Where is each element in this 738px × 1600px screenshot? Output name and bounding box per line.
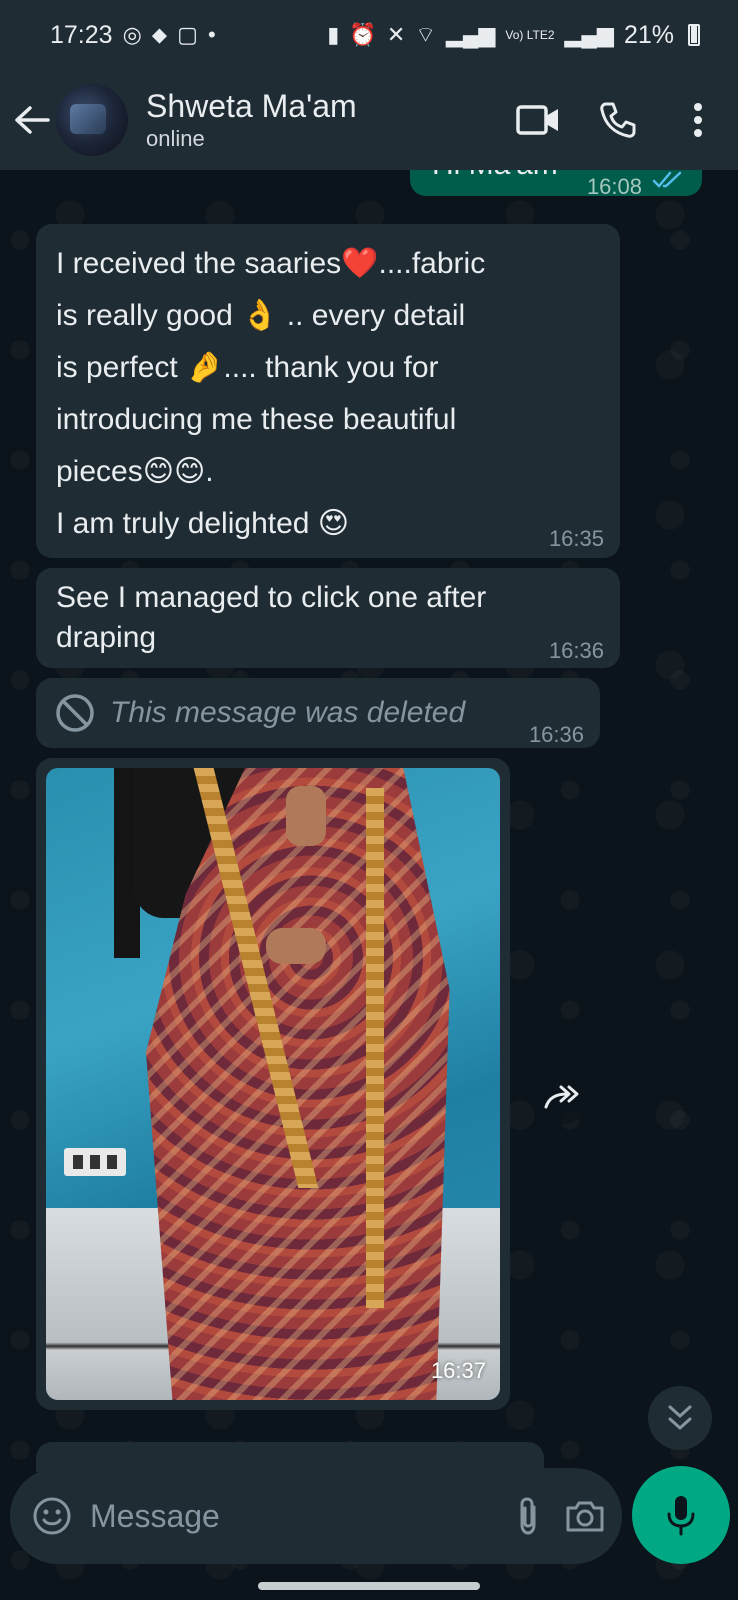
contact-avatar[interactable]	[56, 84, 128, 156]
wifi-icon: ⌔	[415, 22, 436, 47]
network-label: Vo) LTE2	[505, 28, 555, 42]
message-input[interactable]	[90, 1497, 510, 1535]
battery-percent: 21%	[623, 20, 674, 49]
deleted-icon	[56, 694, 94, 732]
message-time: 16:36	[548, 638, 604, 663]
chat-area[interactable]: Hi Ma'am 16:08 I received the saaries❤️.…	[0, 170, 738, 1460]
forward-icon	[544, 1085, 579, 1109]
phone-icon	[600, 102, 636, 138]
more-notifications-dot-icon: •	[207, 22, 216, 47]
mic-icon	[667, 1496, 695, 1536]
contact-info[interactable]: Shweta Ma'am online	[146, 87, 498, 153]
scroll-to-bottom-button[interactable]	[648, 1386, 712, 1450]
signal-icon-2: ▂▄▆	[564, 22, 614, 47]
mute-icon: ✕	[386, 22, 406, 47]
chat-header: Shweta Ma'am online	[0, 70, 738, 170]
message-time: 16:36	[528, 722, 584, 747]
more-options-button[interactable]	[658, 80, 738, 160]
video-call-button[interactable]	[498, 80, 578, 160]
video-call-icon	[516, 105, 558, 135]
back-button[interactable]	[0, 70, 64, 170]
message-text: Hi Ma'am	[432, 170, 558, 184]
message-bubble-outgoing[interactable]: Hi Ma'am 16:08	[410, 170, 702, 199]
photo-wall-socket	[64, 1148, 126, 1176]
home-indicator[interactable]	[258, 1582, 480, 1590]
message-bubble-incoming[interactable]: I received the saaries❤️....fabric is re…	[36, 224, 620, 558]
photo-hand-waist	[266, 928, 326, 964]
contact-name: Shweta Ma'am	[146, 88, 357, 124]
back-arrow-icon	[15, 106, 50, 134]
status-bar: 17:23 ◎ ⬥ ▢ • ▮ ⏰ ✕ ⌔ ▂▄▆ Vo) LTE2 ▂▄▆ 2…	[0, 0, 738, 70]
voice-call-button[interactable]	[578, 80, 658, 160]
camera-icon	[566, 1501, 604, 1532]
forward-button[interactable]	[536, 1070, 590, 1124]
more-options-icon	[694, 103, 702, 137]
saree-photo[interactable]: 16:37	[46, 768, 500, 1400]
emoji-icon	[33, 1497, 71, 1535]
scroll-down-icon	[668, 1405, 692, 1430]
status-time: 17:23	[50, 20, 113, 49]
photo-hand	[286, 786, 326, 846]
alarm-icon: ⏰	[349, 22, 377, 47]
message-bubble-incoming[interactable]: See I managed to click one after draping…	[36, 568, 620, 668]
instagram-notification-icon: ▢	[177, 22, 198, 47]
voice-message-button[interactable]	[632, 1466, 730, 1564]
whatsapp-notification-icon: ◎	[122, 22, 142, 47]
message-text: See I managed to click one after draping	[56, 581, 487, 654]
deleted-message-text: This message was deleted	[110, 696, 466, 729]
contact-status: online	[146, 126, 205, 151]
message-time: 16:08	[586, 174, 642, 199]
signal-icon: ▂▄▆	[445, 22, 496, 47]
attach-icon	[520, 1497, 536, 1535]
message-time: 16:37	[430, 1358, 486, 1383]
double-tick-icon	[652, 171, 682, 188]
battery-saver-icon: ▮	[327, 22, 340, 47]
emoji-button[interactable]	[32, 1486, 72, 1546]
battery-icon	[688, 24, 700, 46]
message-input-bar	[10, 1468, 622, 1564]
attach-button[interactable]	[510, 1486, 546, 1546]
message-time: 16:35	[548, 526, 604, 551]
message-bubble-deleted[interactable]: This message was deleted 16:36	[36, 678, 600, 748]
photo-saree-pallu-border	[366, 788, 384, 1308]
location-notification-icon: ⬥	[151, 22, 168, 47]
message-text: I received the saaries❤️....fabric is re…	[56, 247, 486, 540]
camera-button[interactable]	[564, 1486, 606, 1546]
image-message-bubble[interactable]: 16:37	[36, 758, 510, 1410]
